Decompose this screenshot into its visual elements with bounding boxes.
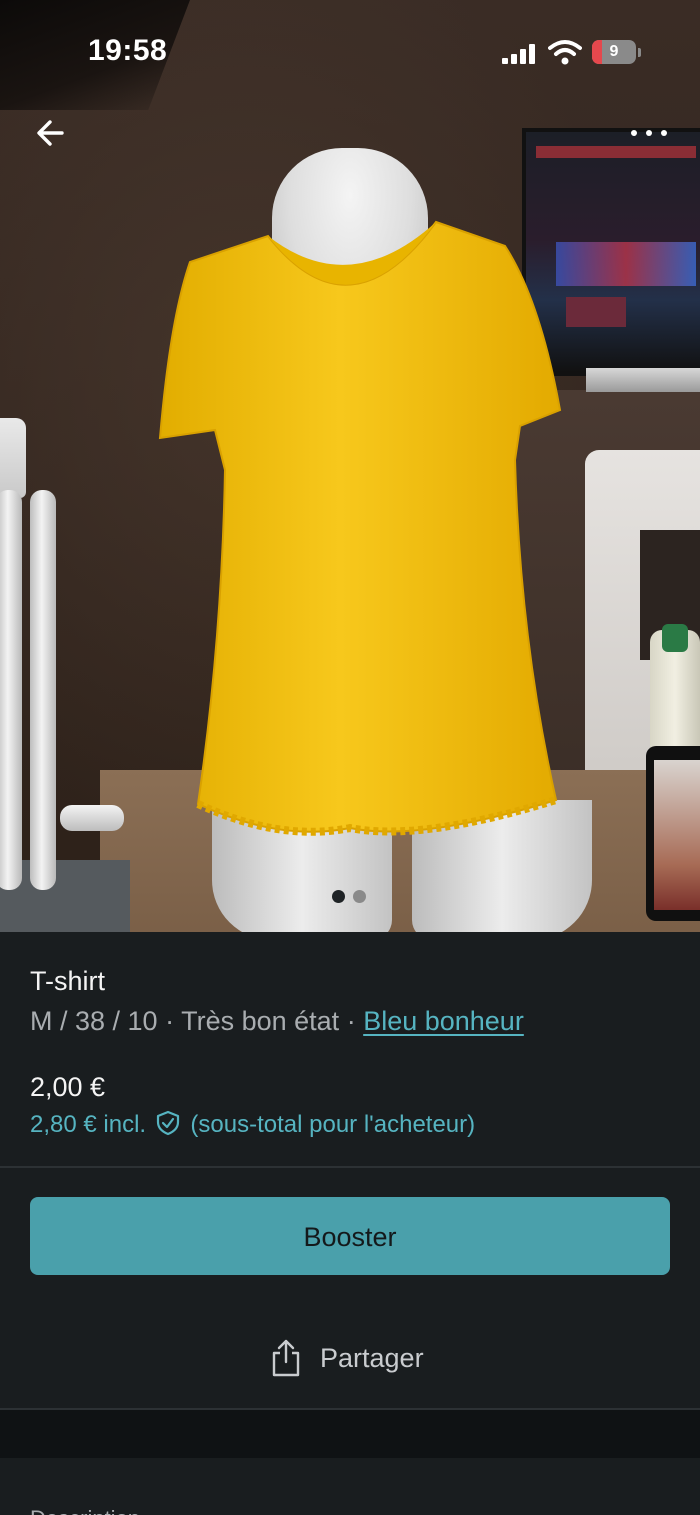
battery-level: 9	[609, 43, 619, 60]
battery-icon: 9	[592, 40, 636, 64]
cellular-signal-icon	[502, 44, 536, 64]
carousel-dot-active[interactable]	[332, 890, 345, 903]
status-bar: 19:58 9	[0, 0, 700, 100]
wifi-icon	[548, 40, 582, 65]
item-meta: M / 38 / 10 · Très bon état · Bleu bonhe…	[30, 1006, 524, 1037]
item-brand-link[interactable]: Bleu bonheur	[363, 1006, 524, 1036]
product-photo[interactable]	[0, 0, 700, 932]
status-time: 19:58	[88, 34, 168, 67]
price-incl-note: (sous-total pour l'acheteur)	[190, 1111, 476, 1138]
photo-tshirt	[158, 220, 562, 836]
back-button[interactable]	[26, 110, 74, 158]
item-title: T-shirt	[30, 966, 106, 996]
price-incl-value: 2,80 € incl.	[30, 1111, 147, 1138]
section-gap	[0, 1410, 700, 1458]
more-options-button[interactable]	[624, 118, 674, 148]
description-label: Description	[30, 1506, 140, 1515]
meta-separator: ·	[339, 1006, 364, 1036]
carousel-dot[interactable]	[353, 890, 366, 903]
meta-separator: ·	[157, 1006, 182, 1036]
item-condition: Très bon état	[181, 1006, 340, 1036]
carousel-indicator[interactable]	[332, 890, 372, 904]
share-label: Partager	[320, 1342, 424, 1373]
share-button[interactable]: Partager	[270, 1336, 424, 1380]
item-details: T-shirt M / 38 / 10 · Très bon état · Bl…	[0, 932, 700, 1166]
item-size: M / 38 / 10	[30, 1006, 158, 1036]
battery-tip	[638, 48, 641, 57]
booster-button[interactable]: Booster	[30, 1197, 670, 1275]
arrow-left-icon	[37, 120, 64, 146]
shield-check-icon	[156, 1110, 179, 1136]
share-icon	[272, 1339, 300, 1377]
price-incl-protection[interactable]: 2,80 € incl. (sous-total pour l'acheteur…	[30, 1110, 475, 1139]
description-section: Description	[0, 1458, 700, 1515]
item-price: 2,00 €	[30, 1072, 106, 1102]
